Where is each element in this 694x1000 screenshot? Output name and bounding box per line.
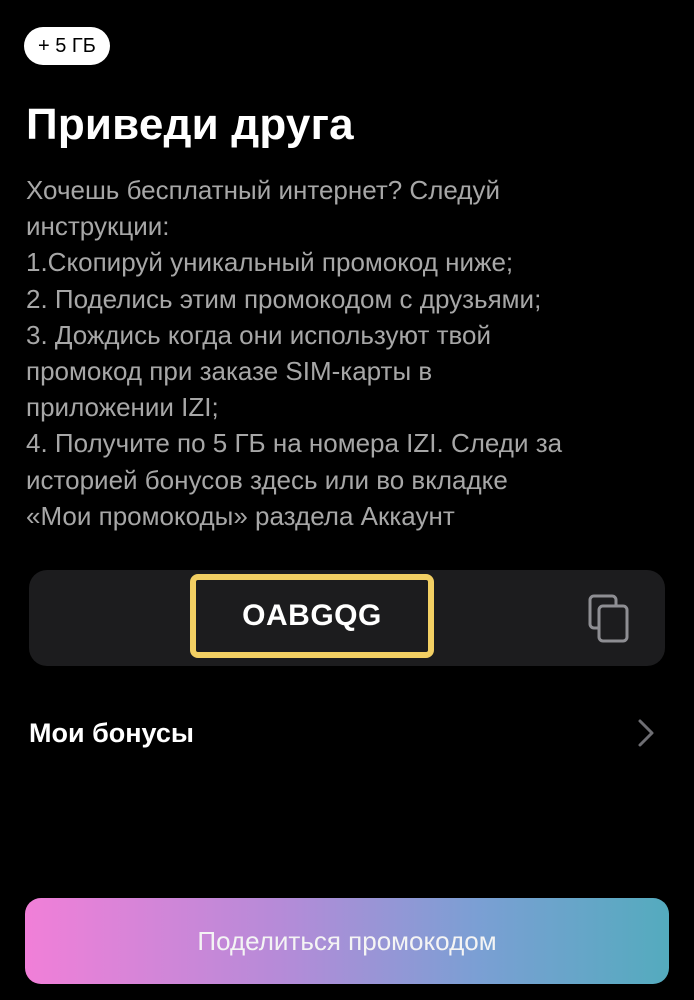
my-bonuses-row[interactable]: Мои бонусы: [0, 704, 694, 762]
share-promo-button[interactable]: Поделиться промокодом: [25, 898, 669, 984]
instructions-line: 2. Поделись этим промокодом с друзьями;: [26, 283, 542, 314]
promo-code[interactable]: OABGQG: [190, 574, 434, 658]
bonus-badge: + 5 ГБ: [24, 27, 110, 65]
instructions-line: приложении IZI;: [26, 392, 219, 423]
referral-screen: + 5 ГБ Приведи друга Хочешь бесплатный и…: [0, 0, 694, 1000]
instructions-line: 1.Скопируй уникальный промокод ниже;: [26, 247, 514, 278]
instructions-text: Хочешь бесплатный интернет? Следуй инстр…: [26, 172, 676, 534]
instructions-line: инструкции:: [26, 211, 170, 242]
instructions-line: «Мои промокоды» раздела Аккаунт: [26, 500, 455, 531]
copy-icon[interactable]: [586, 592, 632, 644]
instructions-line: промокод при заказе SIM-карты в: [26, 356, 433, 387]
copy-icon-graphic: [588, 594, 629, 643]
instructions-line: 3. Дождись когда они используют твой: [26, 319, 492, 350]
instructions-line: 4. Получите по 5 ГБ на номера IZI. Следи…: [26, 428, 563, 459]
my-bonuses-label: Мои бонусы: [29, 718, 194, 748]
instructions-line: Хочешь бесплатный интернет? Следуй: [26, 175, 500, 205]
chevron-right-icon: [638, 719, 654, 747]
instructions-line: историей бонусов здесь или во вкладке: [26, 464, 508, 495]
page-title: Приведи друга: [26, 100, 354, 149]
